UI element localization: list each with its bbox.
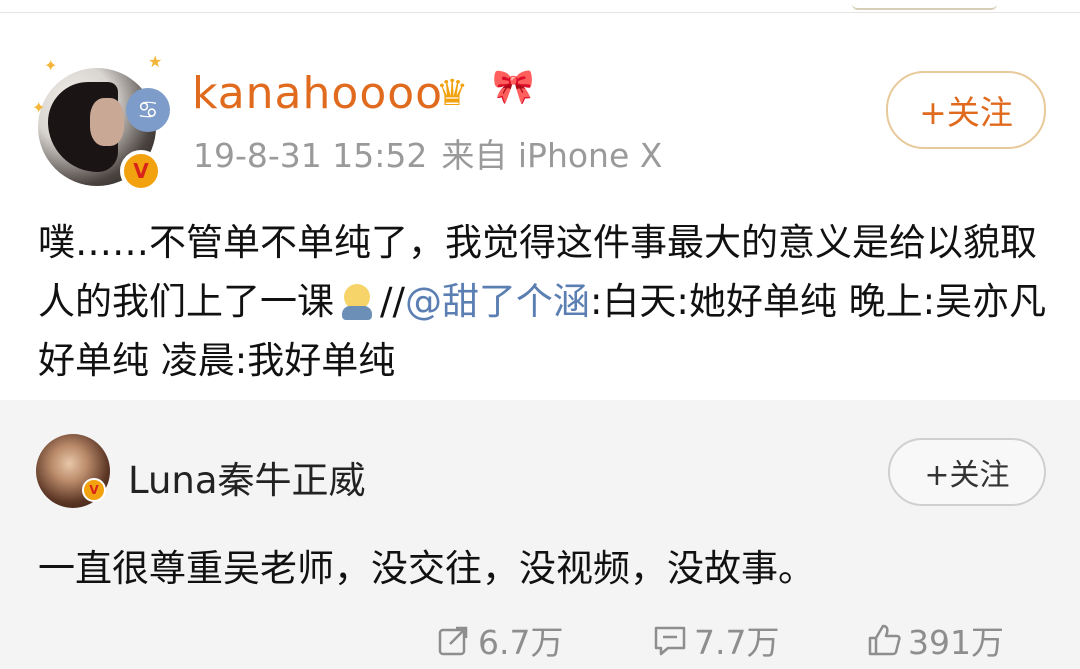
mention-link[interactable]: @甜了个涵: [405, 280, 590, 323]
like-count: 391万: [908, 623, 1004, 662]
post-timestamp: 19-8-31 15:52: [193, 136, 428, 175]
post-username[interactable]: kanahoooo: [192, 68, 443, 119]
crown-icon: ♛: [436, 73, 469, 114]
post-meta: 19-8-31 15:52 来自 iPhone X: [193, 129, 662, 177]
weibo-post: ♋ ✦ ✦ ★ V kanahoooo ♛ 🎀 19-8-31 15:52 来自 …: [0, 13, 1080, 400]
ribbon-icon: 🎀: [492, 67, 535, 107]
repost-separator: //: [380, 280, 405, 323]
zodiac-cancer-icon: ♋: [126, 88, 170, 132]
sparkle-icon: ✦: [44, 56, 58, 75]
share-icon: [438, 626, 468, 656]
post-text: 噗……不管单不单纯了，我觉得这件事最大的意义是给以貌取人的我们上了一课//@甜了…: [38, 213, 1048, 390]
like-count-button[interactable]: 391万: [866, 616, 1004, 664]
like-icon: [868, 624, 901, 656]
avatar-face: [90, 98, 124, 146]
repost-count-button[interactable]: 6.7万: [436, 616, 563, 664]
top-decoration: [852, 0, 997, 10]
post-avatar[interactable]: ♋ ✦ ✦ ★ V: [32, 52, 170, 192]
repost-panel: V Luna秦牛正威 +关注 一直很尊重吴老师，没交往，没视频，没故事。 6.7…: [0, 400, 1080, 669]
repost-text: 一直很尊重吴老师，没交往，没视频，没故事。: [38, 547, 815, 590]
emoji-icon: [340, 284, 374, 320]
repost-username[interactable]: Luna秦牛正威: [128, 450, 366, 504]
repost-follow-button[interactable]: +关注: [888, 438, 1046, 506]
sparkle-icon: ✦: [32, 98, 46, 117]
post-source: 来自 iPhone X: [441, 136, 663, 175]
repost-avatar[interactable]: V: [36, 434, 110, 508]
comment-count-button[interactable]: 7.7万: [652, 616, 779, 664]
verified-badge-icon: V: [120, 150, 162, 192]
verified-badge-icon: V: [82, 478, 106, 502]
comment-icon: [654, 626, 686, 656]
repost-count: 6.7万: [478, 623, 564, 662]
follow-button[interactable]: +关注: [886, 71, 1046, 149]
sparkle-icon: ★: [148, 52, 163, 71]
comment-count: 7.7万: [694, 623, 780, 662]
